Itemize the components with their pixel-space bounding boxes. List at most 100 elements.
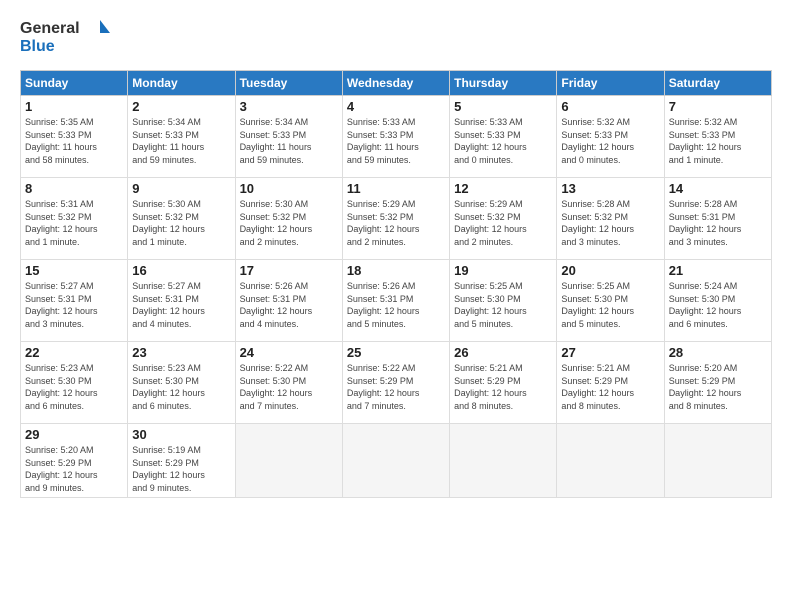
day-number: 24 [240,345,338,360]
calendar-cell: 26 Sunrise: 5:21 AMSunset: 5:29 PMDayligh… [450,342,557,424]
weekday-header: Friday [557,71,664,96]
calendar-cell [235,424,342,498]
calendar-cell: 29 Sunrise: 5:20 AMSunset: 5:29 PMDayligh… [21,424,128,498]
calendar-cell: 28 Sunrise: 5:20 AMSunset: 5:29 PMDayligh… [664,342,771,424]
calendar-cell: 1 Sunrise: 5:35 AMSunset: 5:33 PMDaylight… [21,96,128,178]
page-header: General Blue [20,15,772,60]
calendar-cell: 14 Sunrise: 5:28 AMSunset: 5:31 PMDayligh… [664,178,771,260]
calendar-cell: 5 Sunrise: 5:33 AMSunset: 5:33 PMDaylight… [450,96,557,178]
day-number: 25 [347,345,445,360]
day-info: Sunrise: 5:29 AMSunset: 5:32 PMDaylight:… [454,198,552,248]
calendar-cell: 18 Sunrise: 5:26 AMSunset: 5:31 PMDayligh… [342,260,449,342]
logo: General Blue [20,15,110,60]
day-info: Sunrise: 5:34 AMSunset: 5:33 PMDaylight:… [240,116,338,166]
day-info: Sunrise: 5:21 AMSunset: 5:29 PMDaylight:… [454,362,552,412]
day-number: 5 [454,99,552,114]
day-number: 7 [669,99,767,114]
day-info: Sunrise: 5:25 AMSunset: 5:30 PMDaylight:… [561,280,659,330]
logo-svg: General Blue [20,15,110,60]
calendar-cell: 8 Sunrise: 5:31 AMSunset: 5:32 PMDaylight… [21,178,128,260]
day-info: Sunrise: 5:30 AMSunset: 5:32 PMDaylight:… [240,198,338,248]
day-number: 30 [132,427,230,442]
calendar-cell: 13Sunrise: 5:28 AMSunset: 5:32 PMDayligh… [557,178,664,260]
day-number: 21 [669,263,767,278]
calendar-cell: 25 Sunrise: 5:22 AMSunset: 5:29 PMDayligh… [342,342,449,424]
day-info: Sunrise: 5:33 AMSunset: 5:33 PMDaylight:… [454,116,552,166]
day-number: 11 [347,181,445,196]
day-number: 1 [25,99,123,114]
day-number: 17 [240,263,338,278]
calendar-cell: 9 Sunrise: 5:30 AMSunset: 5:32 PMDaylight… [128,178,235,260]
day-info: Sunrise: 5:20 AMSunset: 5:29 PMDaylight:… [25,444,123,494]
calendar-cell [450,424,557,498]
day-info: Sunrise: 5:23 AMSunset: 5:30 PMDaylight:… [25,362,123,412]
calendar-cell: 19 Sunrise: 5:25 AMSunset: 5:30 PMDayligh… [450,260,557,342]
svg-text:General: General [20,20,80,37]
calendar-cell: 12 Sunrise: 5:29 AMSunset: 5:32 PMDayligh… [450,178,557,260]
day-info: Sunrise: 5:25 AMSunset: 5:30 PMDaylight:… [454,280,552,330]
day-number: 28 [669,345,767,360]
calendar-cell: 16 Sunrise: 5:27 AMSunset: 5:31 PMDayligh… [128,260,235,342]
weekday-header: Monday [128,71,235,96]
day-info: Sunrise: 5:20 AMSunset: 5:29 PMDaylight:… [669,362,767,412]
day-number: 16 [132,263,230,278]
day-number: 27 [561,345,659,360]
day-number: 4 [347,99,445,114]
calendar-cell: 20 Sunrise: 5:25 AMSunset: 5:30 PMDayligh… [557,260,664,342]
calendar-cell: 17 Sunrise: 5:26 AMSunset: 5:31 PMDayligh… [235,260,342,342]
weekday-header: Saturday [664,71,771,96]
day-number: 2 [132,99,230,114]
day-info: Sunrise: 5:24 AMSunset: 5:30 PMDaylight:… [669,280,767,330]
day-number: 10 [240,181,338,196]
day-info: Sunrise: 5:32 AMSunset: 5:33 PMDaylight:… [669,116,767,166]
calendar-cell: 7 Sunrise: 5:32 AMSunset: 5:33 PMDaylight… [664,96,771,178]
day-info: Sunrise: 5:26 AMSunset: 5:31 PMDaylight:… [240,280,338,330]
day-number: 12 [454,181,552,196]
day-info: Sunrise: 5:30 AMSunset: 5:32 PMDaylight:… [132,198,230,248]
calendar-cell: 4 Sunrise: 5:33 AMSunset: 5:33 PMDaylight… [342,96,449,178]
day-number: 29 [25,427,123,442]
day-number: 14 [669,181,767,196]
day-number: 20 [561,263,659,278]
day-info: Sunrise: 5:29 AMSunset: 5:32 PMDaylight:… [347,198,445,248]
day-info: Sunrise: 5:34 AMSunset: 5:33 PMDaylight:… [132,116,230,166]
day-info: Sunrise: 5:19 AMSunset: 5:29 PMDaylight:… [132,444,230,494]
day-info: Sunrise: 5:33 AMSunset: 5:33 PMDaylight:… [347,116,445,166]
day-info: Sunrise: 5:23 AMSunset: 5:30 PMDaylight:… [132,362,230,412]
day-info: Sunrise: 5:31 AMSunset: 5:32 PMDaylight:… [25,198,123,248]
day-number: 15 [25,263,123,278]
day-info: Sunrise: 5:28 AMSunset: 5:32 PMDaylight:… [561,198,659,248]
day-number: 19 [454,263,552,278]
day-info: Sunrise: 5:22 AMSunset: 5:29 PMDaylight:… [347,362,445,412]
day-number: 8 [25,181,123,196]
calendar-cell [342,424,449,498]
day-info: Sunrise: 5:21 AMSunset: 5:29 PMDaylight:… [561,362,659,412]
calendar-cell [664,424,771,498]
day-number: 9 [132,181,230,196]
calendar-cell [557,424,664,498]
day-info: Sunrise: 5:26 AMSunset: 5:31 PMDaylight:… [347,280,445,330]
calendar-cell: 6Sunrise: 5:32 AMSunset: 5:33 PMDaylight… [557,96,664,178]
weekday-header: Sunday [21,71,128,96]
day-info: Sunrise: 5:28 AMSunset: 5:31 PMDaylight:… [669,198,767,248]
calendar-cell: 30 Sunrise: 5:19 AMSunset: 5:29 PMDayligh… [128,424,235,498]
calendar-cell: 11 Sunrise: 5:29 AMSunset: 5:32 PMDayligh… [342,178,449,260]
day-info: Sunrise: 5:27 AMSunset: 5:31 PMDaylight:… [25,280,123,330]
weekday-header: Wednesday [342,71,449,96]
calendar-cell: 3 Sunrise: 5:34 AMSunset: 5:33 PMDaylight… [235,96,342,178]
day-number: 6 [561,99,659,114]
calendar-cell: 23Sunrise: 5:23 AMSunset: 5:30 PMDayligh… [128,342,235,424]
calendar-cell: 22Sunrise: 5:23 AMSunset: 5:30 PMDayligh… [21,342,128,424]
day-number: 18 [347,263,445,278]
calendar-cell: 10 Sunrise: 5:30 AMSunset: 5:32 PMDayligh… [235,178,342,260]
calendar-cell: 2 Sunrise: 5:34 AMSunset: 5:33 PMDaylight… [128,96,235,178]
day-info: Sunrise: 5:27 AMSunset: 5:31 PMDaylight:… [132,280,230,330]
day-info: Sunrise: 5:22 AMSunset: 5:30 PMDaylight:… [240,362,338,412]
day-number: 26 [454,345,552,360]
day-info: Sunrise: 5:35 AMSunset: 5:33 PMDaylight:… [25,116,123,166]
calendar-cell: 21 Sunrise: 5:24 AMSunset: 5:30 PMDayligh… [664,260,771,342]
weekday-header: Tuesday [235,71,342,96]
day-number: 3 [240,99,338,114]
calendar-cell: 24 Sunrise: 5:22 AMSunset: 5:30 PMDayligh… [235,342,342,424]
calendar-table: SundayMondayTuesdayWednesdayThursdayFrid… [20,70,772,498]
